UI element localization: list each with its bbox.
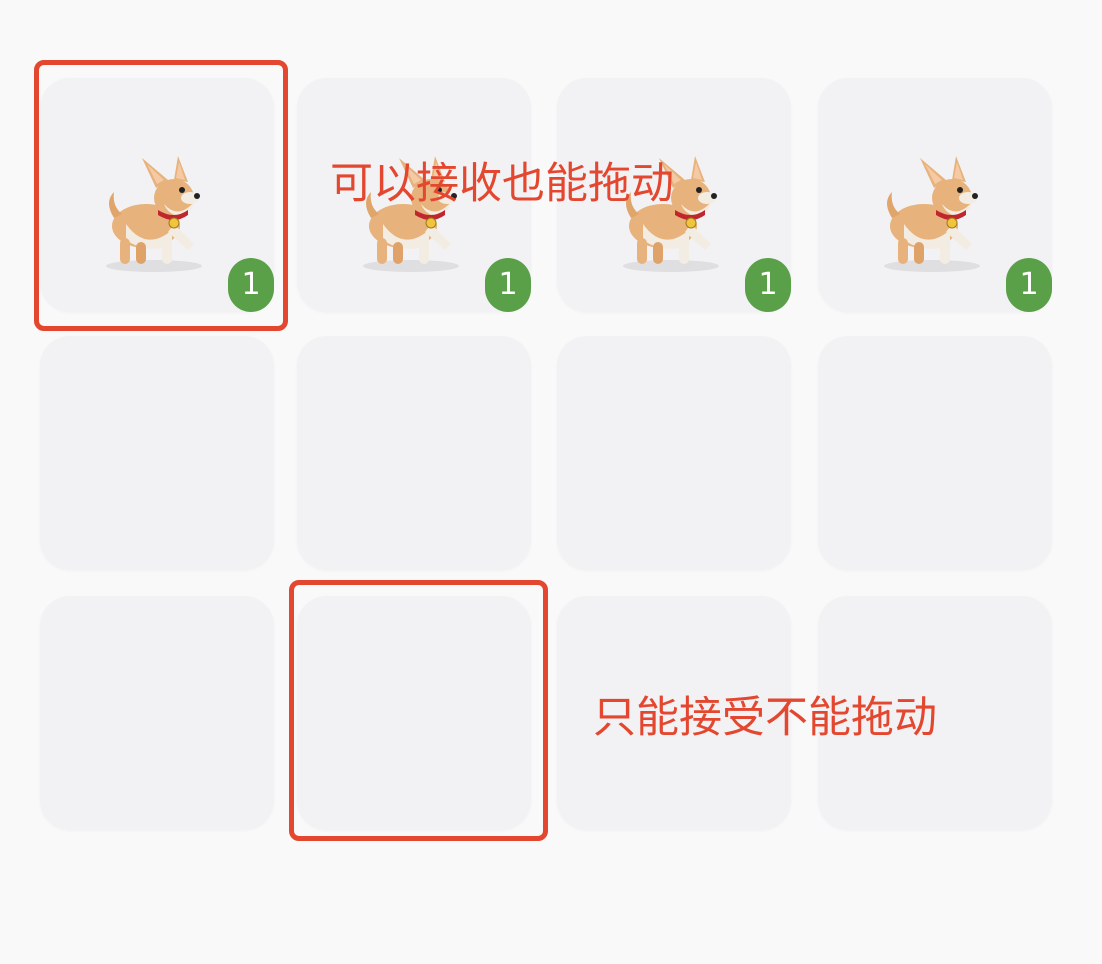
annotation-receive-only: 只能接受不能拖动 [593,693,937,743]
chihuahua-dog-icon [884,156,980,272]
inventory-slot[interactable] [818,336,1052,570]
count-badge: 1 [485,258,531,312]
inventory-slot[interactable] [40,596,274,830]
annotation-draggable: 可以接收也能拖动 [330,159,674,209]
highlight-draggable-slot [34,60,288,331]
inventory-slot[interactable] [297,336,531,570]
inventory-slot[interactable] [557,336,791,570]
count-badge: 1 [1006,258,1052,312]
count-badge: 1 [745,258,791,312]
inventory-slot[interactable] [40,336,274,570]
inventory-slot[interactable]: 1 [818,78,1052,312]
highlight-receive-only-slot [289,580,548,841]
